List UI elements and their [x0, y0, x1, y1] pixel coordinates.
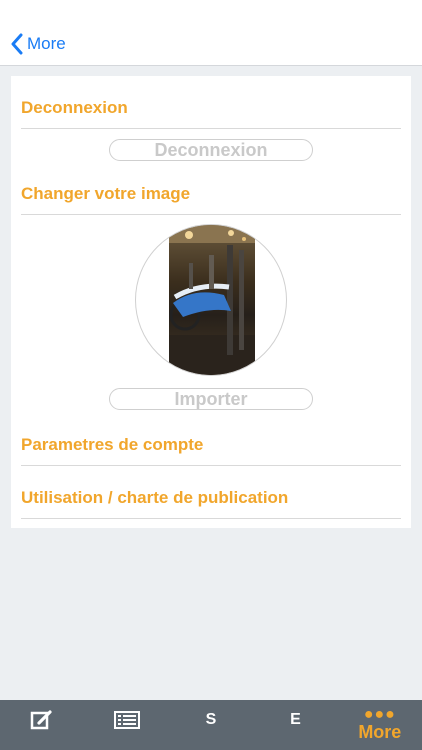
- import-button[interactable]: Importer: [109, 388, 313, 410]
- more-dots-icon: ●●●: [363, 706, 396, 723]
- avatar: [135, 224, 287, 376]
- section-account-settings[interactable]: Parametres de compte: [21, 415, 401, 466]
- tab-edit[interactable]: [0, 700, 84, 750]
- section-logout: Deconnexion: [21, 76, 401, 129]
- edit-icon: [30, 710, 52, 730]
- back-label: More: [27, 34, 66, 53]
- tab-bar: S E ●●● More: [0, 700, 422, 750]
- list-icon: [113, 711, 140, 729]
- tab-more[interactable]: ●●● More: [338, 700, 422, 750]
- settings-card: Deconnexion Deconnexion Changer votre im…: [11, 76, 411, 528]
- tab-e-label: E: [290, 711, 301, 728]
- section-title-change-image: Changer votre image: [21, 184, 191, 203]
- navigation-bar: More: [0, 0, 422, 66]
- section-change-image: Changer votre image: [21, 164, 401, 215]
- section-title-logout: Deconnexion: [21, 98, 128, 117]
- tab-list[interactable]: [84, 700, 168, 750]
- tab-s[interactable]: S: [169, 700, 253, 750]
- section-usage-charter[interactable]: Utilisation / charte de publication: [21, 465, 401, 519]
- avatar-photo: [169, 225, 255, 375]
- back-button[interactable]: More: [10, 30, 66, 58]
- logout-button[interactable]: Deconnexion: [109, 139, 313, 161]
- account-settings-label: Parametres de compte: [21, 435, 204, 454]
- usage-charter-label: Utilisation / charte de publication: [21, 488, 289, 507]
- tab-more-label: More: [358, 722, 402, 742]
- tab-s-label: S: [205, 711, 217, 728]
- tab-e[interactable]: E: [253, 700, 337, 750]
- chevron-left-icon: [11, 33, 23, 55]
